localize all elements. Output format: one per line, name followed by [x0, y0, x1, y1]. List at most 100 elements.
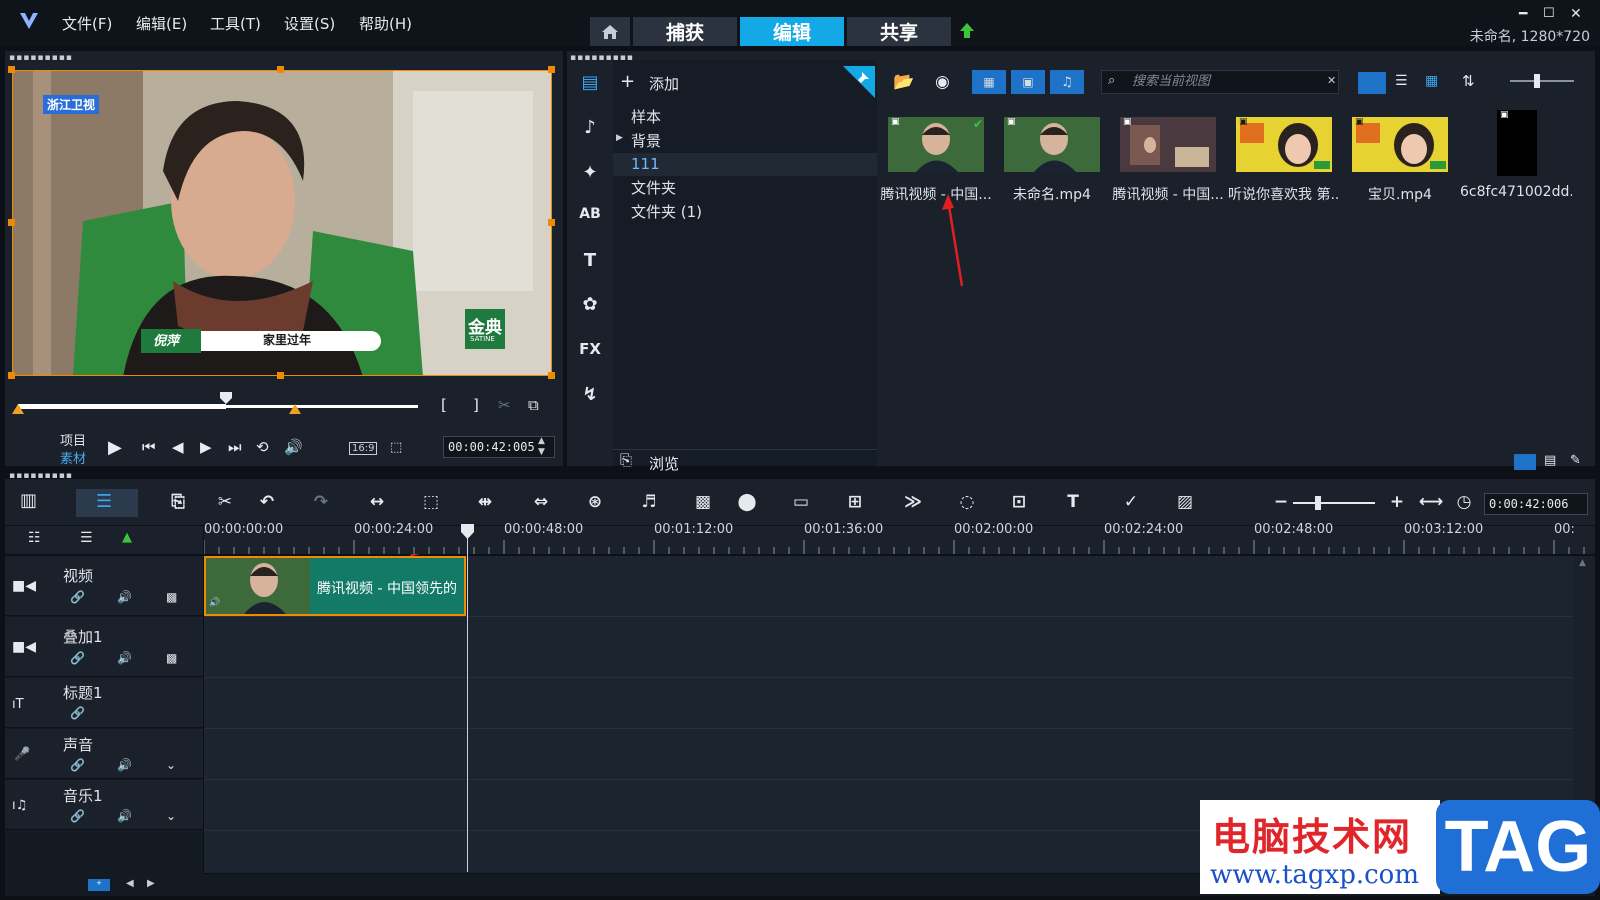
folder-item-folder[interactable]: 文件夹 [613, 177, 877, 200]
path-icon[interactable]: ↯ [575, 384, 605, 405]
track-volume-icon[interactable]: 🔊 [117, 809, 132, 823]
split-clip-icon[interactable]: ✂ [498, 396, 511, 414]
resize-handle[interactable] [8, 66, 15, 73]
thumbnail-size-slider[interactable] [1510, 80, 1574, 82]
3d-title-icon[interactable]: T [1058, 492, 1088, 512]
split-screen-icon[interactable]: ⊞ [840, 492, 870, 512]
media-label[interactable]: 宝贝.mp4 [1344, 184, 1456, 204]
resize-handle[interactable] [548, 66, 555, 73]
timecode-stepper[interactable]: ▲ ▼ [538, 436, 545, 458]
show-videos-button[interactable]: ▦ [972, 70, 1006, 94]
tab-home[interactable] [590, 17, 630, 46]
media-library-icon[interactable]: ▤ [575, 72, 605, 93]
playhead-line[interactable] [467, 526, 468, 872]
slider-handle[interactable] [1534, 74, 1540, 88]
view-grid-icon[interactable]: ▦ [1425, 73, 1438, 89]
multi-trim-icon[interactable]: ⎘ [163, 492, 193, 512]
maximize-icon[interactable]: ☐ [1543, 6, 1555, 21]
timeline-view-button[interactable]: ☰ [76, 489, 138, 517]
media-thumbnail[interactable] [1004, 117, 1100, 172]
previous-frame-icon[interactable]: ◀ [172, 438, 184, 456]
view-list-icon[interactable]: ☰ [1395, 73, 1408, 89]
media-thumbnail[interactable] [1236, 117, 1332, 172]
tab-capture[interactable]: 捕获 [633, 17, 737, 46]
panel-grip[interactable]: ▪▪▪▪▪▪▪▪▪ [9, 54, 73, 63]
track-manager-icon[interactable]: ☷ [28, 530, 41, 546]
search-input[interactable]: 搜索当前视图 [1101, 70, 1339, 94]
track-grid-icon[interactable]: ▩ [166, 651, 177, 665]
menu-file[interactable]: 文件(F) [62, 13, 112, 34]
resize-handle[interactable] [548, 219, 555, 226]
browse-button[interactable]: 浏览 [649, 453, 679, 474]
sort-icon[interactable]: ⇅ [1462, 72, 1475, 90]
folder-item-sample[interactable]: 样本 [613, 106, 877, 129]
resize-handle[interactable] [8, 219, 15, 226]
audio-mixer-icon[interactable]: ♬ [634, 492, 664, 512]
media-thumbnail[interactable] [888, 117, 984, 172]
storyboard-view-button[interactable]: ▥ [20, 490, 52, 516]
zoom-in-icon[interactable]: + [1382, 492, 1412, 512]
trim-start-marker[interactable] [12, 404, 24, 418]
filter-fx-icon[interactable]: FX [575, 340, 605, 358]
enlarge-preview-icon[interactable]: ⧉ [528, 396, 539, 414]
resize-handle[interactable] [8, 372, 15, 379]
view-thumbnail-button[interactable] [1358, 72, 1386, 94]
track-header-title[interactable] [5, 678, 203, 728]
link-icon[interactable]: 🔗 [70, 651, 85, 665]
timeline-timecode[interactable]: 0:00:42:006 [1484, 493, 1588, 515]
menu-edit[interactable]: 编辑(E) [136, 13, 187, 34]
minimize-icon[interactable]: ━ [1519, 6, 1527, 22]
resize-handle[interactable] [277, 66, 284, 73]
track-volume-icon[interactable]: 🔊 [117, 651, 132, 665]
expand-icon[interactable]: ⌄ [166, 758, 176, 772]
media-label[interactable]: 听说你喜欢我 第... [1228, 184, 1340, 204]
go-to-start-icon[interactable]: ⏮ [142, 438, 156, 456]
go-to-end-icon[interactable]: ⏭ [228, 438, 242, 456]
show-photos-button[interactable]: ▣ [1011, 70, 1045, 94]
video-clip[interactable]: 🔊 腾讯视频 - 中国领先的 [204, 556, 466, 616]
aspect-ratio-button[interactable]: 16:9 [349, 442, 378, 455]
subtitle-editor-icon[interactable]: ▭ [786, 492, 816, 512]
track-grid-icon[interactable]: ▩ [166, 590, 177, 604]
zoom-slider[interactable] [1293, 502, 1375, 504]
track-volume-icon[interactable]: 🔊 [117, 758, 132, 772]
import-media-icon[interactable]: 📂 [893, 72, 914, 92]
library-layout-icon[interactable]: ▤ [1544, 453, 1556, 468]
media-label[interactable]: 6c8fc471002dd... [1460, 184, 1572, 200]
track-volume-icon[interactable]: 🔊 [117, 590, 132, 604]
resize-handle[interactable] [277, 372, 284, 379]
preview-video[interactable]: 浙江卫视 倪萍 家里过年 金典 SATINE [12, 70, 552, 376]
text-icon[interactable]: T [575, 250, 605, 271]
speed-icon[interactable]: ≫ [898, 492, 928, 512]
export-icon[interactable]: ▨ [1170, 492, 1200, 512]
move-icon[interactable]: ⇔ [526, 492, 556, 512]
browse-icon[interactable]: ⎘ [620, 451, 632, 469]
next-frame-icon[interactable]: ▶ [200, 438, 212, 456]
repeat-icon[interactable]: ⟲ [256, 438, 269, 456]
upload-icon[interactable] [958, 22, 976, 40]
add-icon[interactable]: + [620, 71, 635, 92]
link-icon[interactable]: 🔗 [70, 758, 85, 772]
mask-icon[interactable]: ◌ [952, 492, 982, 512]
library-option-button[interactable] [1514, 454, 1536, 470]
folder-item-111[interactable]: 111 [613, 153, 877, 176]
add-track-icon[interactable]: ☰ [80, 530, 93, 546]
media-label[interactable]: 未命名.mp4 [996, 184, 1108, 204]
crop-icon[interactable]: ⬚ [416, 492, 446, 512]
track-lane-voice[interactable] [204, 729, 1573, 780]
fit-project-icon[interactable]: ⟷ [1416, 492, 1446, 512]
media-thumbnail[interactable] [1120, 117, 1216, 172]
scroll-right-icon[interactable]: ▶ [147, 878, 155, 889]
track-lane-title[interactable] [204, 678, 1573, 729]
scrubber-handle[interactable] [219, 391, 233, 405]
mark-icon[interactable]: ✓ [1116, 492, 1146, 512]
transition-icon[interactable]: ✦ [575, 162, 605, 183]
pin-icon[interactable] [843, 66, 875, 98]
menu-settings[interactable]: 设置(S) [284, 13, 335, 34]
mode-clip-label[interactable]: 素材 [60, 448, 86, 467]
scroll-left-icon[interactable]: ◀ [126, 878, 134, 889]
folder-item-background[interactable]: 背景 [613, 130, 877, 153]
tab-share[interactable]: 共享 [847, 17, 951, 46]
instant-project-icon[interactable]: ♪ [575, 117, 605, 138]
split-icon[interactable]: ⇹ [470, 492, 500, 512]
